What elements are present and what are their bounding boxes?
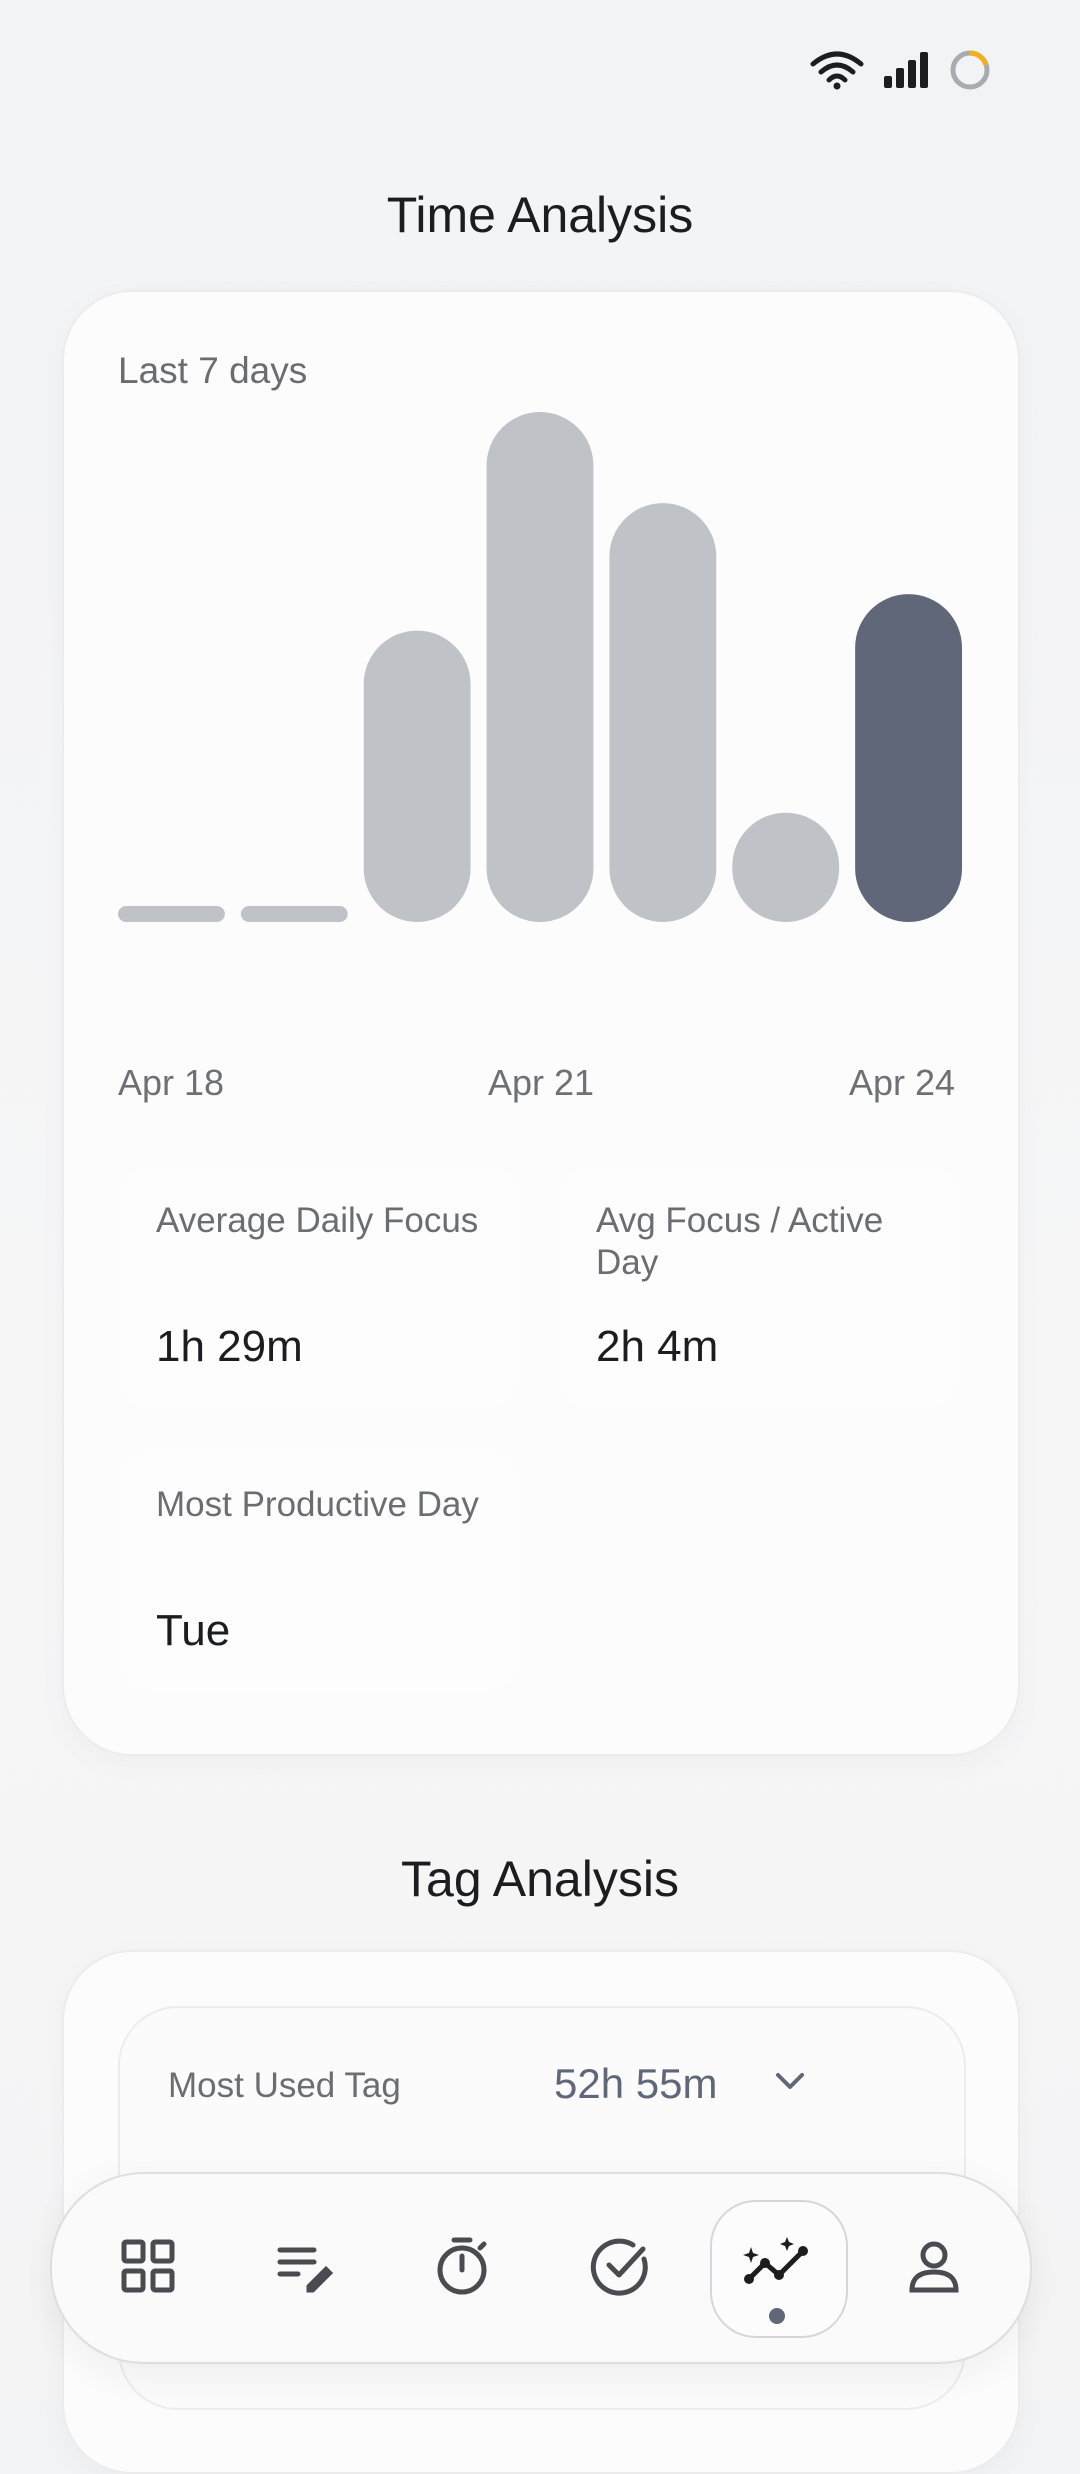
active-indicator-dot xyxy=(769,2308,785,2324)
stat-label: Most Productive Day xyxy=(156,1485,479,1524)
time-analysis-title: Time Analysis xyxy=(386,187,694,243)
bar-apr-18[interactable] xyxy=(118,906,225,922)
bottom-nav xyxy=(50,2172,1032,2364)
chevron-down-icon[interactable] xyxy=(772,2066,808,2101)
tag-analysis-title: Tag Analysis xyxy=(401,1851,679,1907)
stat-value: Tue xyxy=(156,1606,231,1655)
profile-icon xyxy=(906,2238,962,2299)
avg-active-day-card: Avg Focus / Active Day 2h 4m xyxy=(558,1164,960,1410)
nav-dashboard[interactable] xyxy=(96,2218,200,2318)
wifi-icon xyxy=(810,50,864,95)
avg-daily-focus-card: Average Daily Focus 1h 29m xyxy=(118,1164,520,1410)
stat-label: Avg Focus / Active Day xyxy=(596,1201,884,1282)
most-used-tag-label: Most Used Tag xyxy=(168,2066,401,2105)
analytics-icon xyxy=(741,2235,813,2302)
timer-icon xyxy=(432,2236,492,2301)
nav-profile[interactable] xyxy=(882,2218,986,2318)
bar-apr-21[interactable] xyxy=(486,412,594,922)
nav-analytics[interactable] xyxy=(725,2218,829,2324)
time-analysis-card: Last 7 days Apr 18 Apr 21 Apr 24 Average… xyxy=(62,290,1020,1756)
x-tick-label: Apr 21 xyxy=(488,1062,595,1103)
nav-timer[interactable] xyxy=(410,2218,514,2318)
most-used-tag-time: 52h 55m xyxy=(554,2060,718,2107)
bar-apr-24[interactable] xyxy=(855,594,962,922)
stat-value: 2h 4m xyxy=(596,1322,719,1371)
nav-tasks[interactable] xyxy=(568,2218,672,2318)
stat-value: 1h 29m xyxy=(156,1322,303,1371)
x-tick-label: Apr 24 xyxy=(849,1062,956,1103)
bar-apr-20[interactable] xyxy=(363,630,471,922)
notes-edit-icon xyxy=(274,2238,334,2299)
focus-bar-chart xyxy=(118,402,962,922)
signal-icon xyxy=(882,50,930,95)
x-tick-label: Apr 18 xyxy=(118,1062,225,1103)
bar-apr-19[interactable] xyxy=(240,906,348,922)
battery-ring-icon xyxy=(948,48,992,97)
range-label[interactable]: Last 7 days xyxy=(118,350,307,392)
most-productive-day-card: Most Productive Day Tue xyxy=(118,1448,520,1694)
nav-notes[interactable] xyxy=(252,2218,356,2318)
bar-apr-23[interactable] xyxy=(732,812,840,922)
stat-label: Average Daily Focus xyxy=(156,1201,479,1240)
status-bar xyxy=(810,48,992,97)
dashboard-icon xyxy=(120,2238,176,2299)
check-circle-icon xyxy=(589,2235,651,2302)
bar-apr-22[interactable] xyxy=(609,503,717,922)
